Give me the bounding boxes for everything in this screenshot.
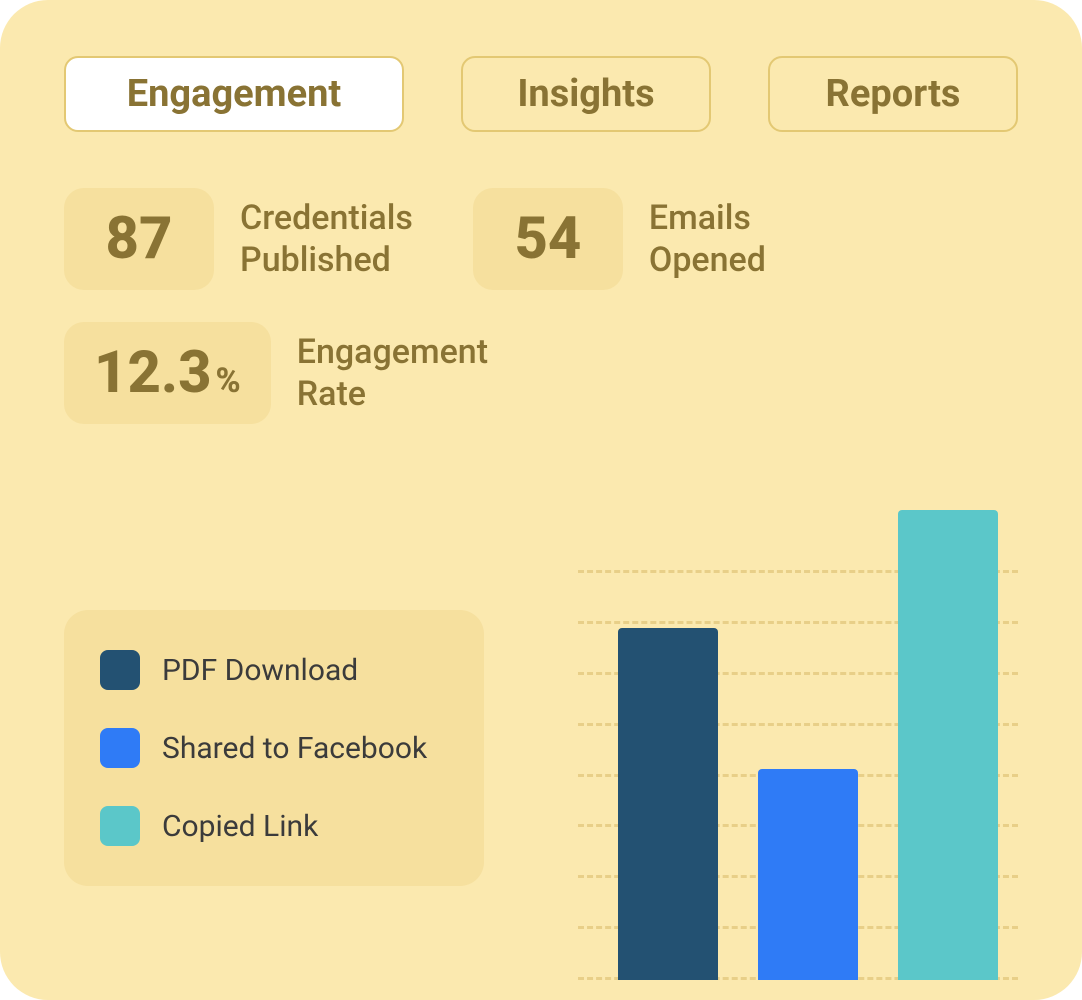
stat-emails: 54 EmailsOpened bbox=[473, 188, 766, 290]
chart-legend: PDF Download Shared to Facebook Copied L… bbox=[64, 610, 484, 886]
dashboard-card: Engagement Insights Reports 87 Credentia… bbox=[0, 0, 1082, 1000]
legend-item-link: Copied Link bbox=[100, 806, 448, 846]
stat-rate-unit: % bbox=[216, 364, 241, 398]
legend-item-facebook: Shared to Facebook bbox=[100, 728, 448, 768]
stat-credentials-label: CredentialsPublished bbox=[240, 197, 413, 282]
chart-bar bbox=[898, 510, 998, 980]
stat-rate-number: 12.3 bbox=[94, 344, 212, 402]
stat-rate-label: EngagementRate bbox=[297, 331, 488, 416]
legend-swatch-link bbox=[100, 806, 140, 846]
tab-engagement[interactable]: Engagement bbox=[64, 56, 404, 132]
stat-rate-value: 12.3% bbox=[64, 322, 271, 424]
chart-bar bbox=[618, 628, 718, 981]
chart-bar bbox=[758, 769, 858, 981]
legend-swatch-pdf bbox=[100, 650, 140, 690]
legend-label-pdf: PDF Download bbox=[162, 653, 358, 688]
chart-bars bbox=[608, 510, 1008, 980]
tab-insights[interactable]: Insights bbox=[461, 56, 711, 132]
legend-label-link: Copied Link bbox=[162, 809, 318, 844]
stat-credentials: 87 CredentialsPublished bbox=[64, 188, 413, 290]
legend-swatch-facebook bbox=[100, 728, 140, 768]
legend-item-pdf: PDF Download bbox=[100, 650, 448, 690]
stat-rate: 12.3% EngagementRate bbox=[64, 322, 488, 424]
stat-emails-label: EmailsOpened bbox=[649, 197, 766, 282]
stats-row: 87 CredentialsPublished 54 EmailsOpened … bbox=[64, 188, 1018, 424]
tab-bar: Engagement Insights Reports bbox=[64, 56, 1018, 132]
stat-credentials-value: 87 bbox=[64, 188, 214, 290]
stat-emails-value: 54 bbox=[473, 188, 623, 290]
bar-chart bbox=[578, 510, 1018, 980]
tab-reports[interactable]: Reports bbox=[768, 56, 1018, 132]
legend-label-facebook: Shared to Facebook bbox=[162, 731, 427, 766]
